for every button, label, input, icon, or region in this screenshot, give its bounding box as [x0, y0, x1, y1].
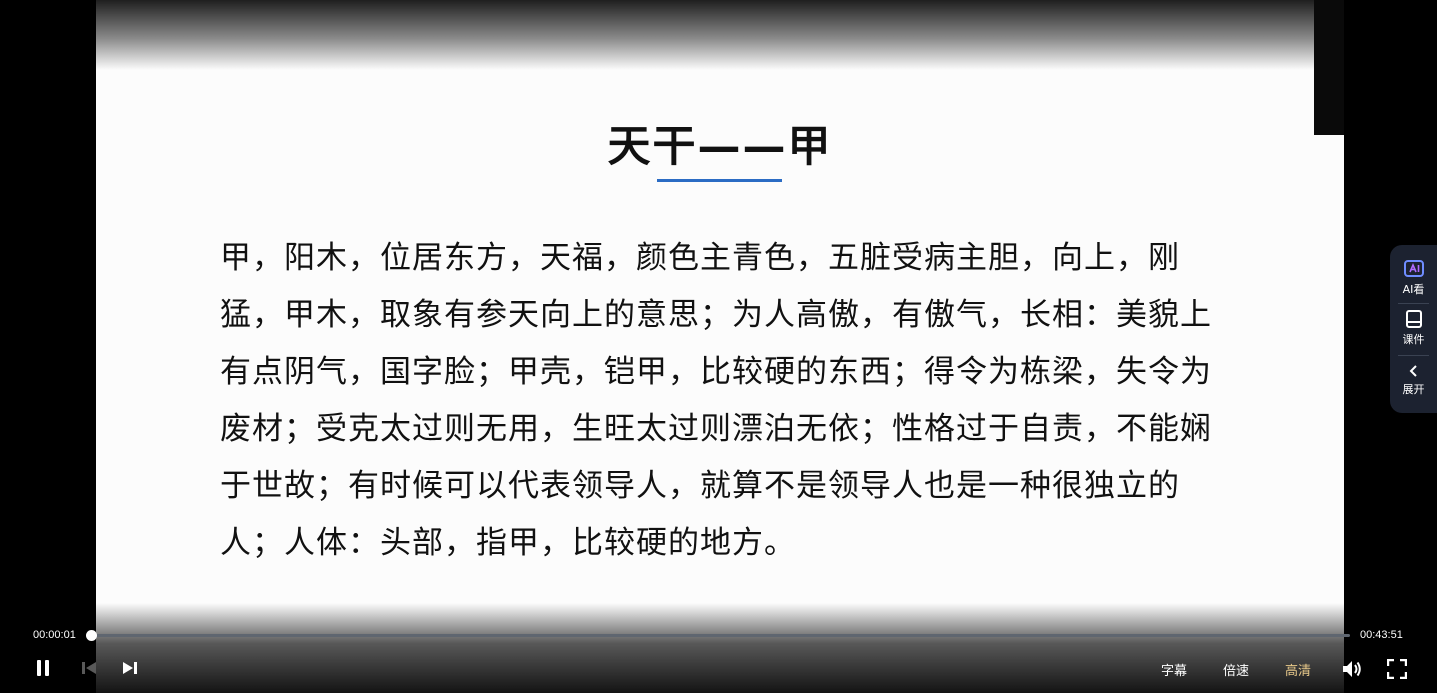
current-time: 00:00:01 [33, 629, 76, 641]
ai-watch-label: AI看 [1402, 283, 1425, 296]
expand-button[interactable]: 展开 [1390, 363, 1437, 397]
ai-watch-button[interactable]: AI看 [1390, 259, 1437, 297]
next-icon [123, 662, 137, 674]
subtitles-button[interactable]: 字幕 [1161, 660, 1187, 679]
side-divider [1398, 355, 1429, 356]
quality-button[interactable]: 高清 [1285, 660, 1311, 679]
pause-icon [37, 660, 41, 676]
courseware-label: 课件 [1402, 333, 1425, 346]
title-underline [657, 179, 782, 182]
video-player: 天干——甲 甲，阳木，位居东方，天福，颜色主青色，五脏受病主胆，向上，刚猛，甲木… [0, 0, 1437, 693]
video-frame[interactable]: 天干——甲 甲，阳木，位居东方，天福，颜色主青色，五脏受病主胆，向上，刚猛，甲木… [96, 0, 1344, 693]
controls-shade [0, 603, 1437, 693]
progress-bar[interactable] [86, 630, 1350, 641]
fullscreen-button[interactable] [1386, 658, 1408, 680]
total-time: 00:43:51 [1360, 629, 1403, 641]
previous-button[interactable] [78, 657, 100, 679]
courseware-button[interactable]: 课件 [1390, 309, 1437, 347]
slide-title: 天干——甲 [607, 122, 833, 172]
speed-button[interactable]: 倍速 [1223, 660, 1249, 679]
slide-body-text: 甲，阳木，位居东方，天福，颜色主青色，五脏受病主胆，向上，刚猛，甲木，取象有参天… [220, 240, 1212, 561]
ai-watch-icon [1403, 260, 1424, 277]
previous-icon [82, 662, 96, 674]
side-divider [1398, 303, 1429, 304]
volume-button[interactable] [1340, 657, 1364, 681]
progress-handle[interactable] [86, 630, 97, 641]
pause-button[interactable] [32, 657, 54, 679]
chevron-left-icon [1409, 365, 1417, 377]
volume-icon [1343, 661, 1361, 677]
top-shade [96, 0, 1344, 70]
fullscreen-icon [1387, 659, 1407, 679]
courseware-icon [1405, 310, 1422, 328]
next-button[interactable] [119, 657, 141, 679]
side-panel: AI看 课件 展开 [1390, 245, 1437, 413]
pause-icon-bar [45, 660, 49, 676]
expand-label: 展开 [1402, 383, 1425, 396]
